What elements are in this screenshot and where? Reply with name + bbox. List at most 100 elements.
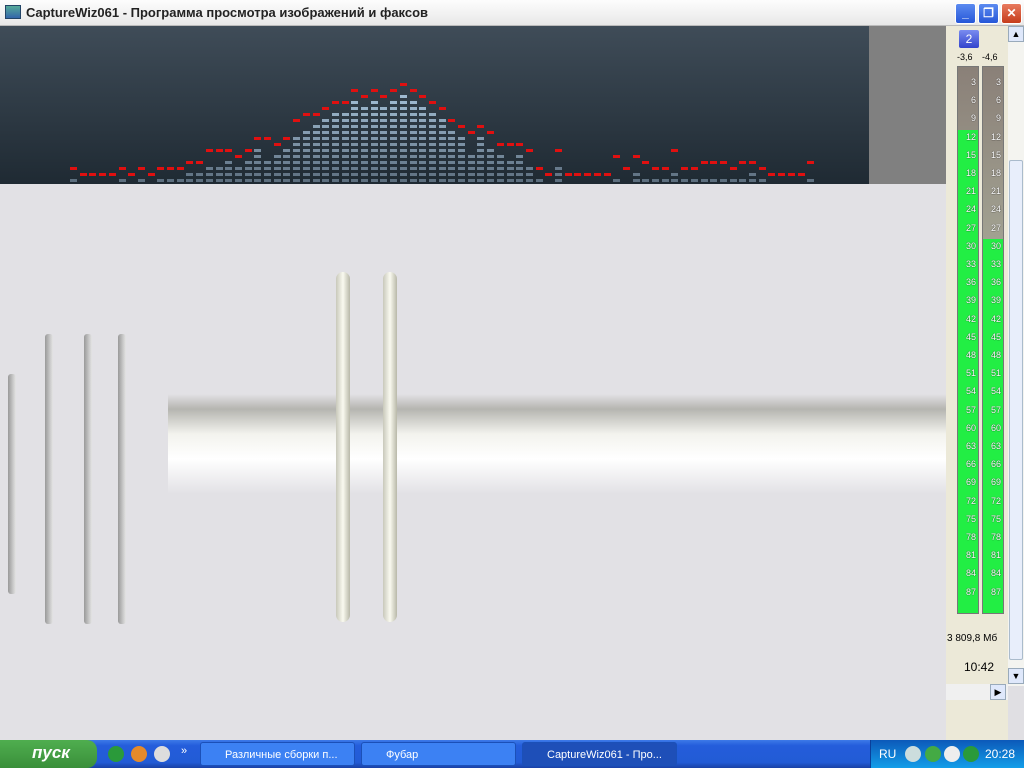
spectrum-segment <box>283 179 291 182</box>
spectrum-peak <box>157 167 165 170</box>
spectrum-segment <box>390 107 398 110</box>
utorrent-icon[interactable] <box>108 746 124 762</box>
horizontal-scrollbar[interactable]: ▶ <box>946 684 1008 700</box>
spectrum-segment <box>302 173 310 176</box>
spectrum-segment <box>525 179 533 182</box>
meter-tick: 36 <box>965 277 976 288</box>
spectrum-segment <box>467 173 475 176</box>
spectrum-segment <box>419 173 427 176</box>
close-button[interactable]: ✕ <box>1001 3 1022 24</box>
spectrum-segment <box>341 125 349 128</box>
task-capturewiz[interactable]: CaptureWiz061 - Про... <box>522 742 677 766</box>
meter-tick: 3 <box>970 77 976 87</box>
meter-tick: 60 <box>965 422 976 433</box>
spectrum-segment <box>370 161 378 164</box>
scroll-thumb[interactable] <box>1009 160 1023 660</box>
spectrum-segment <box>70 179 77 182</box>
spectrum-peak <box>681 167 689 170</box>
channel-badge[interactable]: 2 <box>959 30 979 48</box>
spectrum-segment <box>448 167 456 170</box>
blur-shape <box>84 334 92 624</box>
spectrum-segment <box>370 113 378 116</box>
spectrum-segment <box>186 173 194 176</box>
restore-button[interactable]: ❐ <box>978 3 999 24</box>
disk-space: 3 809,8 Мб <box>947 633 998 644</box>
minimize-button[interactable]: _ <box>955 3 976 24</box>
task-foobar[interactable]: Фубар <box>361 742 516 766</box>
spectrum-segment <box>302 137 310 140</box>
firefox-icon[interactable] <box>131 746 147 762</box>
spectrum-segment <box>409 179 417 182</box>
meter-tick: 33 <box>965 259 976 269</box>
spectrum-segment <box>331 113 339 116</box>
spectrum-peak <box>70 167 77 170</box>
spectrum-segment <box>428 173 436 176</box>
scroll-right-button[interactable]: ▶ <box>990 684 1006 700</box>
meter-tick: 15 <box>965 149 976 160</box>
spectrum-segment <box>322 143 330 146</box>
meter-tick: 39 <box>965 295 976 306</box>
spectrum-segment <box>438 167 446 170</box>
meter-tick: 87 <box>990 586 1001 597</box>
spectrum-peak <box>244 149 252 152</box>
spectrum-segment <box>390 119 398 122</box>
spectrum-peak <box>719 161 727 164</box>
spectrum-segment <box>225 179 233 182</box>
spectrum-segment <box>186 179 194 182</box>
spectrum-peak <box>438 107 446 110</box>
meter-tick: 78 <box>990 532 1001 542</box>
spectrum-segment <box>399 125 407 128</box>
spectrum-segment <box>409 143 417 146</box>
spectrum-segment <box>399 143 407 146</box>
spectrum-segment <box>477 155 485 158</box>
spectrum-segment <box>390 113 398 116</box>
meter-tick: 63 <box>990 441 1001 451</box>
spectrum-segment <box>225 167 233 170</box>
cow-icon[interactable] <box>944 746 960 762</box>
spectrum-segment <box>555 167 562 170</box>
spectrum-segment <box>419 143 427 146</box>
meter-tick: 3 <box>995 77 1001 87</box>
spectrum-peak <box>477 125 485 128</box>
scroll-up-button[interactable]: ▲ <box>1008 26 1024 42</box>
spectrum-segment <box>428 119 436 122</box>
spectrum-segment <box>729 179 737 182</box>
spectrum-segment <box>487 173 495 176</box>
spectrum-segment <box>380 149 388 152</box>
utorrent-tray-icon[interactable] <box>963 746 979 762</box>
spectrum-segment <box>477 167 485 170</box>
right-meter-column: 3 6 9 12 15 18 21 24 27 30 33 36 39 42 45 48 51 54 57 60 63 6… <box>982 66 1004 614</box>
spectrum-segment <box>477 173 485 176</box>
alien-icon[interactable] <box>154 746 170 762</box>
task-firefox[interactable]: Различные сборки п... <box>200 742 355 766</box>
spectrum-segment <box>380 113 388 116</box>
scroll-down-button[interactable]: ▼ <box>1008 668 1024 684</box>
spectrum-segment <box>215 179 223 182</box>
taskbar: пуск » Различные сборки п... Фубар Captu… <box>0 740 1024 768</box>
spectrum-segment <box>351 107 359 110</box>
spectrum-segment <box>205 173 213 176</box>
spectrum-segment <box>477 161 485 164</box>
spectrum-peak <box>419 95 427 98</box>
spectrum-segment <box>390 161 398 164</box>
spectrum-segment <box>700 179 708 182</box>
spectrum-segment <box>399 179 407 182</box>
tray-expand-icon[interactable] <box>905 746 921 762</box>
spectrum-segment <box>399 161 407 164</box>
network-icon[interactable] <box>925 746 941 762</box>
spectrum-segment <box>370 149 378 152</box>
spectrum-segment <box>341 119 349 122</box>
language-indicator[interactable]: RU <box>879 747 896 761</box>
spectrum-segment <box>341 173 349 176</box>
start-button[interactable]: пуск <box>0 740 97 768</box>
spectrum-segment <box>254 149 262 152</box>
spectrum-segment <box>758 179 766 182</box>
spectrum-segment <box>516 167 524 170</box>
spectrum-segment <box>244 179 252 182</box>
spectrum-segment <box>496 173 504 176</box>
spectrum-segment <box>370 131 378 134</box>
blur-ring <box>336 272 350 622</box>
meter-tick: 75 <box>965 513 976 524</box>
quicklaunch-more-icon[interactable]: » <box>181 745 187 757</box>
spectrum-segment <box>380 131 388 134</box>
